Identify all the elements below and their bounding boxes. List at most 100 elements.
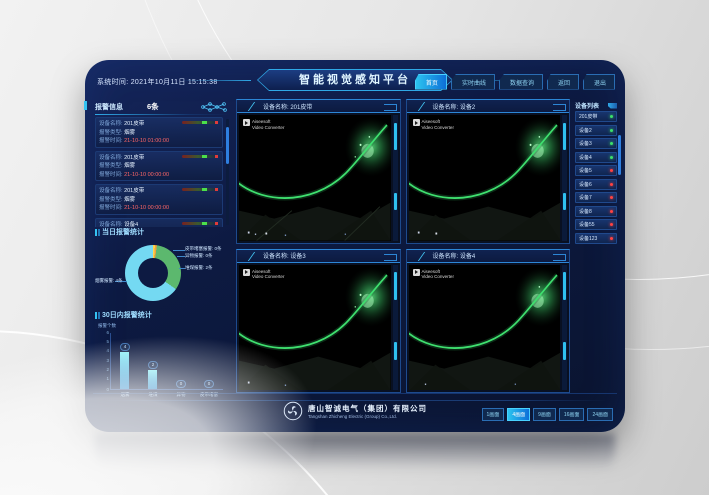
alarm-list-item[interactable]: 设备名称: 201皮带 报警类型: 烟雾 报警时间: 21-10-10 00:0… [95,184,223,215]
status-dot [610,196,613,199]
status-dot [610,223,613,226]
alarm-level-gauge [182,121,218,124]
footer-bar: 唐山智诚电气（集团）有限公司 Tangshan Zhicheng Electri… [93,393,617,426]
today-stats-title: 当日报警统计 [95,227,229,238]
video-watermark: AiseesoftVideo Converter [243,269,284,280]
screen-4-button[interactable]: 4画面 [507,408,530,421]
device-list-flag-icon [608,103,617,109]
alarm-panel-title: 报警信息 [95,102,123,112]
video-watermark: AiseesoftVideo Converter [413,269,454,280]
status-dot [610,237,613,240]
device-item[interactable]: 设备7 [575,192,617,203]
bar-belt-block: 0 皮带堵塞 [198,333,220,389]
watermark-icon [413,119,420,126]
screen-9-button[interactable]: 9画面 [533,408,556,421]
watermark-icon [243,119,250,126]
panel-side-rail [562,115,567,241]
video-feed[interactable]: AiseesoftVideo Converter [409,115,561,241]
bar-smoke: 4 烟雾 [114,333,136,389]
watermark-icon [243,269,250,276]
status-dot [610,115,613,118]
screen-16-button[interactable]: 16画面 [559,408,585,421]
device-item[interactable]: 设备6 [575,179,617,190]
panel-side-rail [562,265,567,391]
video-feed[interactable]: AiseesoftVideo Converter [239,115,391,241]
device-item[interactable]: 设备3 [575,138,617,149]
nav-realtime-curve-button[interactable]: 实时曲线 [451,74,495,90]
video-panel-4: 设备名称: 设备4 [406,249,571,394]
status-dot [610,210,613,213]
donut-chart [125,245,181,301]
nav-exit-button[interactable]: 退出 [583,74,615,90]
alarm-scrollbar [226,119,229,225]
device-list-panel: 设备列表 201皮带 设备2 设备3 设备4 设备5 设备6 设备7 设备8 设… [575,99,617,393]
panel-side-rail [393,115,398,241]
device-item[interactable]: 设备2 [575,125,617,136]
video-watermark: AiseesoftVideo Converter [243,119,284,130]
donut-label-foreign-object: 异物报警: 0条 [185,253,213,259]
bar-chart-ylabel: 报警个数 [98,323,116,329]
screen-layout-buttons: 1画面 4画面 9画面 16画面 24画面 [482,408,613,421]
status-dot [610,169,613,172]
device-item[interactable]: 设备5 [575,165,617,176]
bar-coal-pile: 2 堆煤 [142,333,164,389]
video-panel-header: 设备名称: 设备2 [407,100,570,113]
company-name-cn: 唐山智诚电气（集团）有限公司 [308,403,427,414]
device-item[interactable]: 设备8 [575,206,617,217]
nav-data-query-button[interactable]: 数据查询 [499,74,543,90]
status-dot [610,129,613,132]
company-logo-icon [283,401,303,421]
donut-label-smoke: 烟雾报警: 4条 [95,278,123,284]
video-panel-header: 设备名称: 201皮带 [237,100,400,113]
donut-label-coal-pile: 堆煤报警: 2条 [185,265,213,271]
video-panel-1: 设备名称: 201皮带 [236,99,401,244]
monitor-reflection [95,434,615,476]
monthly-stats-bar-chart: 报警个数 0 1 2 3 4 5 6 4 烟雾 [97,324,227,400]
alarm-list-item[interactable]: 设备名称: 201皮带 报警类型: 烟雾 报警时间: 21-10-10 00:0… [95,151,223,182]
watermark-icon [413,269,420,276]
header-bar: 系统时间: 2021年10月11日 15:15:38 智能视觉感知平台 首页 实… [93,65,617,98]
alarm-level-gauge [182,222,218,225]
company-name-en: Tangshan Zhicheng Electric (Group) Co.,L… [308,414,427,419]
alarm-level-gauge [182,188,218,191]
video-grid: 设备名称: 201皮带 [236,99,570,393]
status-dot [610,156,613,159]
video-panel-3: 设备名称: 设备3 [236,249,401,394]
screen-1-button[interactable]: 1画面 [482,408,505,421]
divider [95,114,229,115]
left-sidebar: 报警信息 6条 [93,99,231,393]
status-dot [610,183,613,186]
video-panel-2: 设备名称: 设备2 [406,99,571,244]
dashboard-monitor: 系统时间: 2021年10月11日 15:15:38 智能视觉感知平台 首页 实… [85,60,625,432]
alarm-count-badge: 6条 [147,101,159,112]
device-list-scrollbar[interactable] [618,135,621,175]
video-feed[interactable]: AiseesoftVideo Converter [239,265,391,391]
video-panel-header: 设备名称: 设备4 [407,250,570,263]
system-time: 系统时间: 2021年10月11日 15:15:38 [93,77,218,87]
video-feed[interactable]: AiseesoftVideo Converter [409,265,561,391]
device-item[interactable]: 设备55 [575,219,617,230]
device-item[interactable]: 201皮带 [575,111,617,122]
alarm-list-item[interactable]: 设备名称: 201皮带 报警类型: 烟雾 报警时间: 21-10-10 01:0… [95,117,223,148]
title-wing-left [181,80,251,81]
donut-label-belt-block: 皮带堵塞报警: 0条 [185,246,222,252]
alarm-list-item[interactable]: 设备名称: 设备4 报警类型: 堆煤 报警时间: 21-10-10 00:00:… [95,218,223,227]
device-item[interactable]: 设备4 [575,152,617,163]
device-item[interactable]: 设备123 [575,233,617,244]
company-block: 唐山智诚电气（集团）有限公司 Tangshan Zhicheng Electri… [283,401,427,421]
nav-home-button[interactable]: 首页 [415,74,447,90]
screen-24-button[interactable]: 24画面 [587,408,613,421]
nav-back-button[interactable]: 返回 [547,74,579,90]
device-list-title: 设备列表 [575,101,599,110]
monthly-stats-title: 30日内报警统计 [95,310,229,321]
alarm-scrollbar-thumb[interactable] [226,127,229,163]
bar-foreign-object: 0 异物 [170,333,192,389]
panel-side-rail [393,265,398,391]
top-nav: 首页 实时曲线 数据查询 返回 退出 [415,74,617,90]
video-panel-header: 设备名称: 设备3 [237,250,400,263]
edge-accent [84,101,87,110]
bar-chart-plot: 0 1 2 3 4 5 6 4 烟雾 2 [110,333,223,390]
status-dot [610,142,613,145]
alarm-level-gauge [182,155,218,158]
today-stats-donut-chart: 皮带堵塞报警: 0条 异物报警: 0条 堆煤报警: 2条 烟雾报警: 4条 [95,238,229,310]
